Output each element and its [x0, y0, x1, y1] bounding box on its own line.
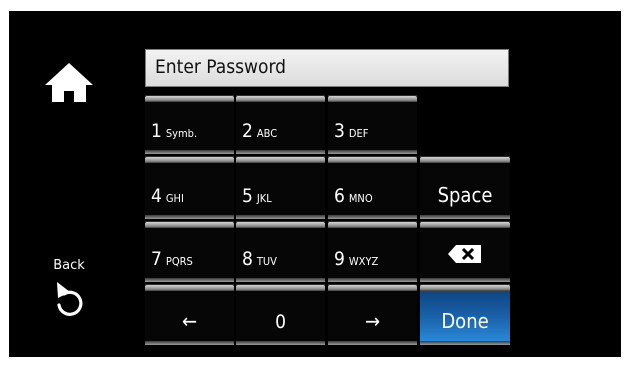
space-key-label: Space: [437, 183, 493, 207]
left-arrow-icon: ←: [181, 309, 198, 333]
key-1[interactable]: 1 Symb.: [145, 95, 234, 154]
key-9-digit: 9: [334, 248, 345, 270]
back-label: Back: [53, 258, 85, 273]
password-field-label: Enter Password: [155, 56, 287, 78]
key-9[interactable]: 9 WXYZ: [328, 221, 417, 282]
key-7-letters: PQRS: [165, 255, 193, 268]
key-6-digit: 6: [334, 185, 345, 207]
back-button[interactable]: Back: [40, 248, 98, 334]
key-2[interactable]: 2 ABC: [236, 95, 325, 154]
cursor-left-key[interactable]: ←: [145, 284, 234, 345]
key-4-letters: GHI: [165, 192, 184, 205]
key-5[interactable]: 5 JKL: [236, 156, 325, 219]
key-0[interactable]: 0: [236, 284, 325, 345]
key-1-digit: 1: [151, 120, 162, 142]
backspace-key[interactable]: [420, 221, 510, 282]
key-8-letters: TUV: [256, 255, 277, 268]
back-arrow-icon: [57, 282, 83, 316]
key-3[interactable]: 3 DEF: [328, 95, 417, 154]
key-4-digit: 4: [151, 185, 162, 207]
key-0-digit: 0: [275, 311, 286, 333]
key-4[interactable]: 4 GHI: [145, 156, 234, 219]
key-2-letters: ABC: [256, 127, 278, 140]
key-7-digit: 7: [151, 248, 162, 270]
space-key[interactable]: Space: [420, 156, 510, 219]
key-3-digit: 3: [334, 120, 345, 142]
key-2-digit: 2: [242, 120, 253, 142]
done-button-label: Done: [441, 309, 489, 333]
key-5-letters: JKL: [256, 192, 272, 205]
key-7[interactable]: 7 PQRS: [145, 221, 234, 282]
key-8-digit: 8: [242, 248, 253, 270]
key-8[interactable]: 8 TUV: [236, 221, 325, 282]
home-button[interactable]: [40, 55, 98, 109]
key-6-letters: MNO: [348, 192, 373, 205]
key-5-digit: 5: [242, 185, 253, 207]
home-icon: [45, 63, 93, 102]
right-arrow-icon: →: [364, 309, 381, 333]
key-3-letters: DEF: [348, 127, 369, 140]
key-1-letters: Symb.: [165, 127, 198, 140]
password-field[interactable]: Enter Password: [145, 49, 509, 87]
key-9-letters: WXYZ: [348, 255, 379, 268]
cursor-right-key[interactable]: →: [328, 284, 417, 345]
done-button[interactable]: Done: [420, 284, 510, 345]
key-6[interactable]: 6 MNO: [328, 156, 417, 219]
backspace-icon: [448, 245, 481, 263]
